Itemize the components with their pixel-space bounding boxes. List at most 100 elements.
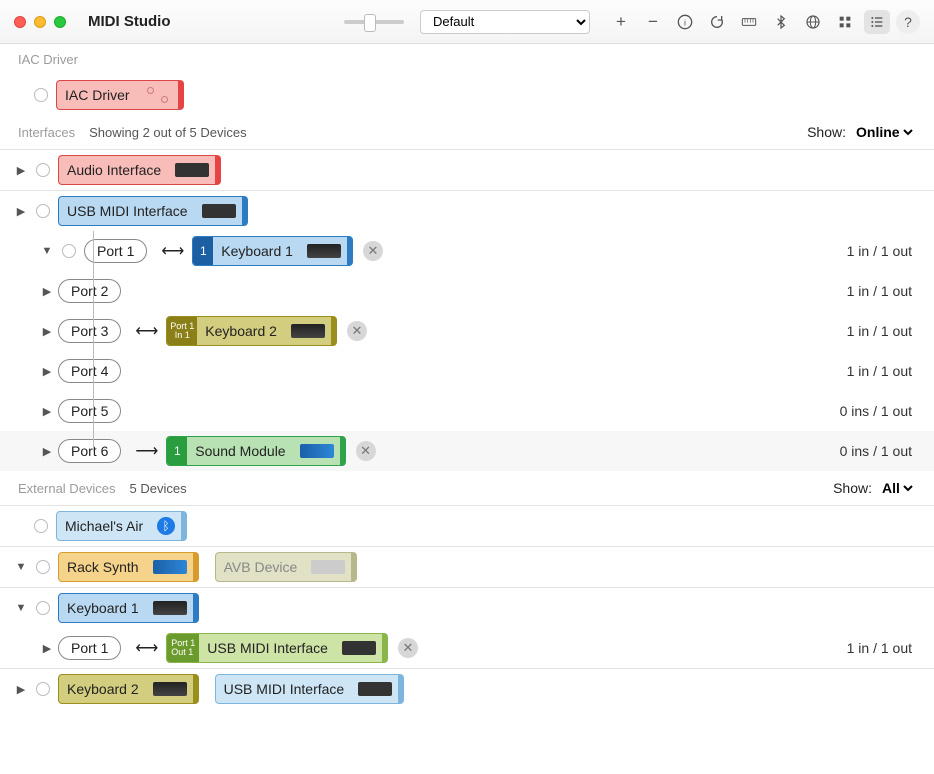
chevron-down-icon[interactable]: ▼ bbox=[14, 560, 28, 574]
select-radio[interactable] bbox=[34, 88, 48, 102]
device-thumb-icon bbox=[336, 641, 382, 655]
device-thumb-icon bbox=[196, 204, 242, 218]
select-radio[interactable] bbox=[36, 204, 50, 218]
icon-view-button[interactable] bbox=[832, 10, 858, 34]
chevron-right-icon[interactable]: ▶ bbox=[40, 364, 54, 378]
port-chip[interactable]: Port 5 bbox=[58, 399, 121, 423]
device-chip-usb-midi-ref[interactable]: USB MIDI Interface bbox=[215, 674, 405, 704]
select-radio[interactable] bbox=[36, 682, 50, 696]
attached-device[interactable]: 1 Sound Module bbox=[166, 436, 345, 466]
window-controls bbox=[14, 16, 66, 28]
port-chip[interactable]: Port 3 bbox=[58, 319, 121, 343]
chevron-right-icon[interactable]: ▶ bbox=[40, 404, 54, 418]
device-chip-michaels-air[interactable]: Michael's Air ᛒ bbox=[56, 511, 187, 541]
io-status: 0 ins / 1 out bbox=[840, 403, 928, 419]
port-chip[interactable]: Port 4 bbox=[58, 359, 121, 383]
show-filter-select[interactable]: Online bbox=[852, 123, 916, 141]
select-radio[interactable] bbox=[62, 244, 76, 258]
network-icon[interactable] bbox=[800, 10, 826, 34]
chevron-right-icon[interactable]: ▶ bbox=[40, 444, 54, 458]
fullscreen-button[interactable] bbox=[54, 16, 66, 28]
chevron-down-icon[interactable]: ▼ bbox=[14, 601, 28, 615]
attached-device[interactable]: Port 1 In 1 Keyboard 2 bbox=[166, 316, 337, 346]
chevron-right-icon[interactable]: ▶ bbox=[14, 682, 28, 696]
bidirectional-icon: ⟷ bbox=[161, 241, 184, 261]
keyboard-icon[interactable] bbox=[736, 10, 762, 34]
show-filter-select[interactable]: All bbox=[878, 479, 916, 497]
device-chip-keyboard-1[interactable]: Keyboard 1 bbox=[58, 593, 199, 623]
device-chip-audio-interface[interactable]: Audio Interface bbox=[58, 155, 221, 185]
port-row[interactable]: ▶ Port 1 ⟷ Port 1 Out 1 USB MIDI Interfa… bbox=[0, 628, 934, 668]
device-chip-keyboard-2[interactable]: Keyboard 2 bbox=[58, 674, 199, 704]
bidirectional-icon: ⟷ bbox=[135, 638, 158, 658]
disconnect-button[interactable]: ✕ bbox=[347, 321, 367, 341]
io-status: 1 in / 1 out bbox=[847, 243, 928, 259]
section-label: External Devices bbox=[18, 481, 116, 496]
device-chip-iac-driver[interactable]: IAC Driver bbox=[56, 80, 184, 110]
close-button[interactable] bbox=[14, 16, 26, 28]
rescan-icon[interactable] bbox=[704, 10, 730, 34]
io-status: 0 ins / 1 out bbox=[840, 443, 928, 459]
io-status: 1 in / 1 out bbox=[847, 640, 928, 656]
port-row[interactable]: ▶ Port 5 0 ins / 1 out bbox=[0, 391, 934, 431]
chevron-right-icon[interactable]: ▶ bbox=[40, 641, 54, 655]
attached-device[interactable]: 1 Keyboard 1 bbox=[192, 236, 353, 266]
section-label: Interfaces bbox=[18, 125, 75, 140]
disconnect-button[interactable]: ✕ bbox=[363, 241, 383, 261]
port-row[interactable]: ▶ Port 6 ⟶ 1 Sound Module ✕ 0 ins / 1 ou… bbox=[0, 431, 934, 471]
add-device-button[interactable]: + bbox=[608, 10, 634, 34]
chevron-right-icon[interactable]: ▶ bbox=[14, 163, 28, 177]
port-row[interactable]: ▶ Port 4 1 in / 1 out bbox=[0, 351, 934, 391]
port-row[interactable]: ▶ Port 2 1 in / 1 out bbox=[0, 271, 934, 311]
icon-size-slider[interactable] bbox=[344, 20, 404, 24]
chevron-down-icon[interactable]: ▼ bbox=[40, 244, 54, 258]
port-chip[interactable]: Port 2 bbox=[58, 279, 121, 303]
list-view-button[interactable] bbox=[864, 10, 890, 34]
device-row-rack-synth[interactable]: ▼ Rack Synth AVB Device bbox=[0, 547, 934, 587]
minimize-button[interactable] bbox=[34, 16, 46, 28]
iac-graph-icon bbox=[138, 85, 178, 105]
section-label: IAC Driver bbox=[18, 52, 78, 67]
device-row-keyboard-1[interactable]: ▼ Keyboard 1 bbox=[0, 588, 934, 628]
svg-text:i: i bbox=[684, 17, 686, 27]
help-button[interactable]: ? bbox=[896, 10, 920, 34]
select-radio[interactable] bbox=[36, 560, 50, 574]
attached-device[interactable]: Port 1 Out 1 USB MIDI Interface bbox=[166, 633, 388, 663]
chevron-right-icon[interactable]: ▶ bbox=[40, 324, 54, 338]
section-subtitle: 5 Devices bbox=[130, 481, 187, 496]
port-chip[interactable]: Port 1 bbox=[58, 636, 121, 660]
select-radio[interactable] bbox=[36, 601, 50, 615]
port-row[interactable]: ▶ Port 3 ⟷ Port 1 In 1 Keyboard 2 ✕ 1 in… bbox=[0, 311, 934, 351]
device-row-keyboard-2[interactable]: ▶ Keyboard 2 USB MIDI Interface bbox=[0, 669, 934, 709]
bidirectional-icon: ⟷ bbox=[135, 321, 158, 341]
chevron-right-icon[interactable]: ▶ bbox=[14, 204, 28, 218]
show-label: Show: bbox=[807, 124, 846, 140]
device-thumb-icon bbox=[301, 244, 347, 258]
device-row-usb-midi[interactable]: ▶ USB MIDI Interface bbox=[0, 191, 934, 231]
io-status: 1 in / 1 out bbox=[847, 323, 928, 339]
device-chip-avb[interactable]: AVB Device bbox=[215, 552, 358, 582]
configuration-select[interactable]: Default bbox=[420, 10, 590, 34]
device-thumb-icon bbox=[147, 601, 193, 615]
device-thumb-icon bbox=[285, 324, 331, 338]
section-external-header: External Devices 5 Devices Show: All bbox=[0, 471, 934, 505]
select-radio[interactable] bbox=[36, 163, 50, 177]
chevron-right-icon[interactable]: ▶ bbox=[40, 284, 54, 298]
disconnect-button[interactable]: ✕ bbox=[356, 441, 376, 461]
port-row[interactable]: ▼ Port 1 ⟷ 1 Keyboard 1 ✕ 1 in / 1 out bbox=[0, 231, 934, 271]
device-chip-rack-synth[interactable]: Rack Synth bbox=[58, 552, 199, 582]
section-subtitle: Showing 2 out of 5 Devices bbox=[89, 125, 247, 140]
info-icon[interactable]: i bbox=[672, 10, 698, 34]
remove-device-button[interactable]: − bbox=[640, 10, 666, 34]
port-chip[interactable]: Port 6 bbox=[58, 439, 121, 463]
io-status: 1 in / 1 out bbox=[847, 283, 928, 299]
device-row-iac[interactable]: IAC Driver bbox=[0, 75, 934, 115]
select-radio[interactable] bbox=[34, 519, 48, 533]
device-row-audio-interface[interactable]: ▶ Audio Interface bbox=[0, 150, 934, 190]
device-thumb-icon bbox=[305, 560, 351, 574]
device-thumb-icon bbox=[169, 163, 215, 177]
disconnect-button[interactable]: ✕ bbox=[398, 638, 418, 658]
device-row-michaels-air[interactable]: Michael's Air ᛒ bbox=[0, 506, 934, 546]
bluetooth-icon[interactable] bbox=[768, 10, 794, 34]
device-chip-usb-midi-interface[interactable]: USB MIDI Interface bbox=[58, 196, 248, 226]
